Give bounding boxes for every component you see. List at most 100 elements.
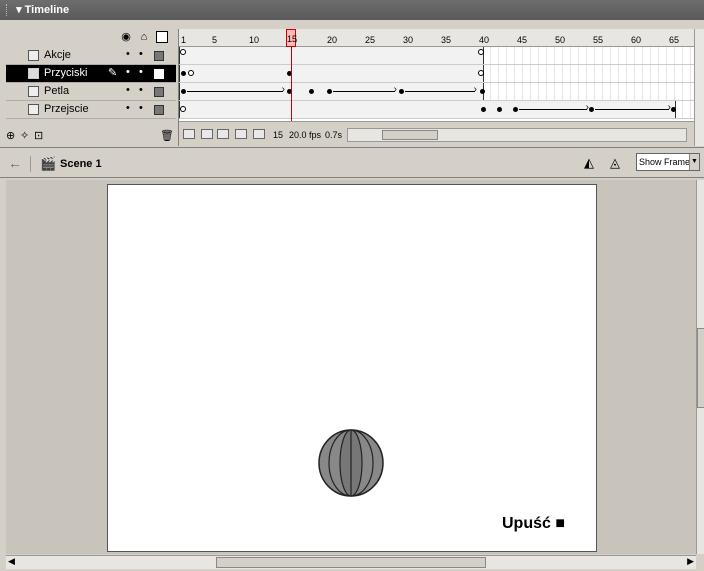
- keyframe[interactable]: [589, 107, 594, 112]
- empty-keyframe[interactable]: [180, 49, 186, 55]
- flash-window: ▾ Timeline ◉ ⌂ Akcje • • Przyciski ✎ • •: [0, 0, 704, 571]
- workspace[interactable]: Upuść ■: [6, 180, 696, 554]
- onion-skin-outlines-icon[interactable]: [217, 129, 229, 139]
- edit-symbols-icon[interactable]: ◭: [584, 155, 594, 171]
- lock-dot[interactable]: •: [139, 66, 143, 78]
- ball-graphic[interactable]: [318, 429, 384, 497]
- stage-vertical-scrollbar[interactable]: [696, 180, 704, 554]
- insert-folder-icon[interactable]: ⊡: [34, 129, 43, 142]
- timeline-title-bar[interactable]: ▾ Timeline: [0, 0, 704, 20]
- lock-dot[interactable]: •: [139, 84, 143, 96]
- drop-label[interactable]: Upuść ■: [502, 515, 565, 533]
- outline-square[interactable]: [154, 87, 164, 97]
- stage[interactable]: Upuść ■: [107, 184, 597, 552]
- timeline-horizontal-scrollbar[interactable]: [347, 128, 687, 142]
- playhead-frame-number: 15: [287, 34, 298, 44]
- frame-row-przejscie[interactable]: [179, 101, 695, 119]
- frame-row-akcje[interactable]: [179, 47, 695, 65]
- stage-horizontal-scrollbar[interactable]: ◀ ▶: [6, 555, 696, 569]
- zoom-select[interactable]: Show Frame ▼: [636, 153, 700, 171]
- frame-span: [179, 65, 484, 82]
- visibility-dot[interactable]: •: [126, 66, 130, 78]
- keyframe[interactable]: [480, 89, 485, 94]
- keyframe[interactable]: [327, 89, 332, 94]
- collapse-arrow-icon[interactable]: ▾: [16, 4, 22, 16]
- insert-layer-icon[interactable]: ⊕: [6, 129, 15, 142]
- keyframe[interactable]: [309, 89, 314, 94]
- grip-icon[interactable]: [6, 4, 9, 17]
- layer-name: Petla: [44, 85, 70, 97]
- timeline-vertical-scrollbar[interactable]: [694, 29, 704, 146]
- keyframe[interactable]: [513, 107, 518, 112]
- keyframe[interactable]: [497, 107, 502, 112]
- lock-dot[interactable]: •: [139, 48, 143, 60]
- tween-arrow: [333, 84, 397, 95]
- layer-akcje[interactable]: Akcje • •: [6, 47, 176, 65]
- add-guide-layer-icon[interactable]: ✧: [20, 129, 29, 142]
- scrollbar-thumb[interactable]: [697, 328, 704, 408]
- tween-arrow: [405, 84, 477, 95]
- outline-icon[interactable]: [156, 31, 168, 43]
- layer-icon: [28, 86, 39, 97]
- layer-petla[interactable]: Petla • •: [6, 83, 176, 101]
- keyframe[interactable]: [671, 107, 676, 112]
- empty-keyframe[interactable]: [478, 70, 484, 76]
- onion-skin-icon[interactable]: [201, 129, 213, 139]
- empty-keyframe[interactable]: [188, 70, 194, 76]
- ruler-tick: 35: [441, 35, 452, 45]
- edit-scene-icon[interactable]: ◬: [610, 155, 620, 171]
- layer-name: Akcje: [44, 49, 71, 61]
- ruler-tick: 65: [669, 35, 680, 45]
- elapsed-time: 0.7s: [325, 130, 343, 140]
- keyframe[interactable]: [181, 71, 186, 76]
- visibility-dot[interactable]: •: [126, 48, 130, 60]
- ruler-tick: 60: [631, 35, 642, 45]
- back-arrow-icon[interactable]: ←: [8, 155, 22, 171]
- keyframe[interactable]: [399, 89, 404, 94]
- lock-dot[interactable]: •: [139, 102, 143, 114]
- timeline-title: Timeline: [24, 4, 70, 16]
- ruler-tick: 1: [181, 35, 187, 45]
- ruler-tick: 10: [249, 35, 260, 45]
- chevron-down-icon[interactable]: ▼: [689, 154, 699, 170]
- delete-layer-icon[interactable]: 🗑: [160, 129, 174, 142]
- keyframe[interactable]: [481, 107, 486, 112]
- layer-name: Przyciski: [44, 67, 88, 79]
- frame-ruler[interactable]: 1 5 10 15 20 25 30 35 40 45 50 55 60 65: [179, 29, 695, 47]
- empty-keyframe[interactable]: [180, 106, 186, 112]
- frame-grid[interactable]: 1 5 10 15 20 25 30 35 40 45 50 55 60 65: [178, 29, 695, 146]
- keyframe[interactable]: [181, 89, 186, 94]
- ruler-tick: 45: [517, 35, 528, 45]
- frame-row-petla[interactable]: [179, 83, 695, 101]
- modify-onion-markers-icon[interactable]: [253, 129, 265, 139]
- layer-przejscie[interactable]: Przejscie • •: [6, 101, 176, 119]
- arrow-right-icon[interactable]: ▶: [687, 556, 694, 567]
- scrollbar-thumb[interactable]: [382, 130, 438, 140]
- arrow-left-icon[interactable]: ◀: [8, 556, 15, 567]
- layer-footer: ⊕ ✧ ⊡ 🗑: [6, 126, 176, 146]
- edit-multiple-frames-icon[interactable]: [235, 129, 247, 139]
- scrollbar-thumb[interactable]: [216, 557, 486, 568]
- visibility-dot[interactable]: •: [126, 84, 130, 96]
- outline-square[interactable]: [154, 105, 164, 115]
- layer-icon: [28, 50, 39, 61]
- empty-keyframe[interactable]: [478, 49, 484, 55]
- frame-rows: [179, 47, 695, 119]
- frame-rate: 20.0 fps: [289, 130, 322, 140]
- frame-row-przyciski[interactable]: [179, 65, 695, 83]
- center-frame-icon[interactable]: [183, 129, 195, 139]
- scene-name[interactable]: Scene 1: [60, 158, 102, 170]
- edit-bar: ← 🎬 Scene 1 ◭ ◬ Show Frame ▼: [0, 150, 704, 178]
- ruler-tick: 5: [212, 35, 218, 45]
- outline-square[interactable]: [154, 51, 164, 61]
- ruler-tick: 40: [479, 35, 490, 45]
- ruler-tick: 30: [403, 35, 414, 45]
- layer-icon: [28, 104, 39, 115]
- outline-square[interactable]: [154, 69, 164, 79]
- eye-icon[interactable]: ◉: [120, 31, 132, 43]
- lock-icon[interactable]: ⌂: [138, 31, 150, 43]
- ruler-tick: 20: [327, 35, 338, 45]
- divider: [30, 156, 31, 172]
- layer-przyciski[interactable]: Przyciski ✎ • •: [6, 65, 176, 83]
- visibility-dot[interactable]: •: [126, 102, 130, 114]
